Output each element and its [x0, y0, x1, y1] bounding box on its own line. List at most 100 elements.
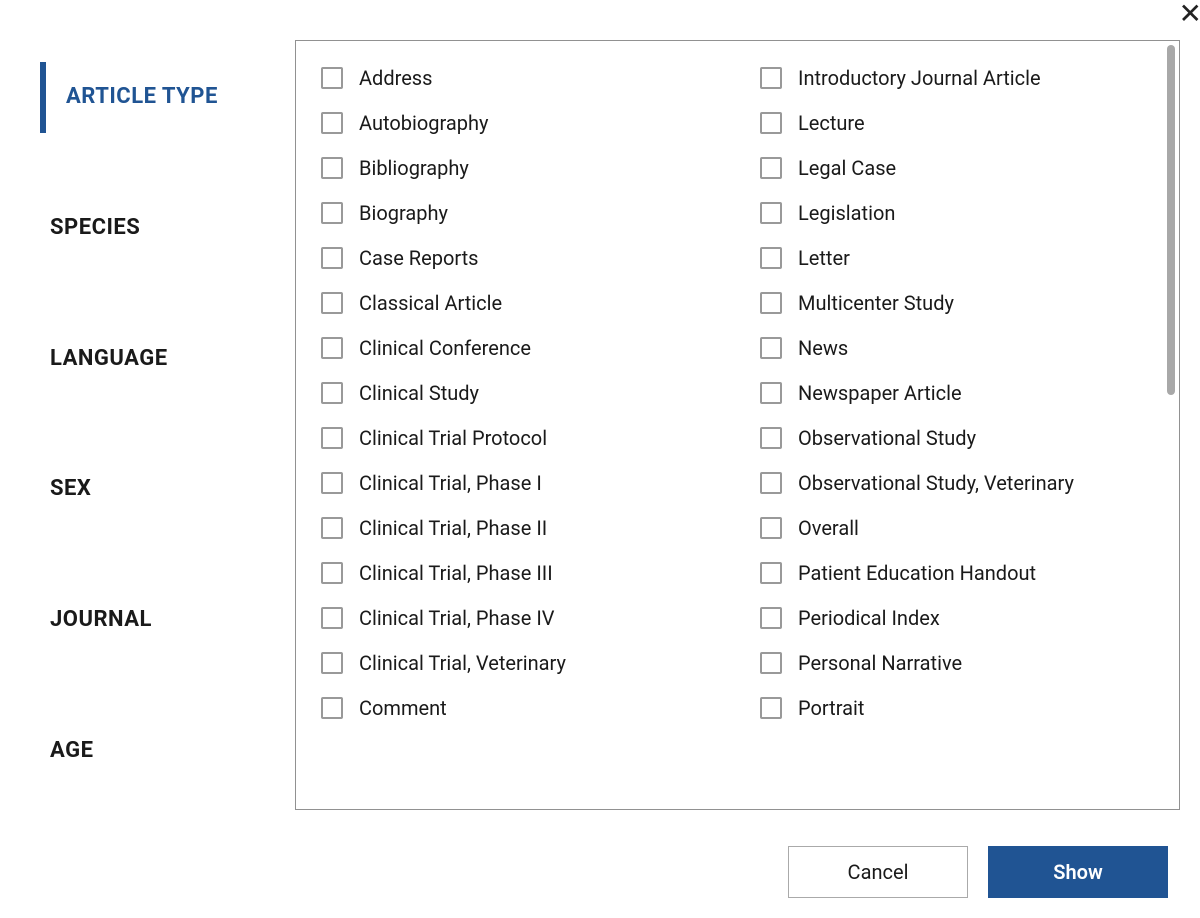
- checkbox-icon[interactable]: [760, 562, 782, 584]
- filter-option[interactable]: Clinical Trial, Phase IV: [321, 606, 720, 630]
- sidebar-item-age[interactable]: AGE: [0, 716, 295, 787]
- sidebar-item-label: SPECIES: [50, 215, 140, 240]
- filter-option-label: Classical Article: [359, 291, 502, 315]
- checkbox-icon[interactable]: [760, 472, 782, 494]
- filter-option-label: Address: [359, 66, 432, 90]
- sidebar-item-label: ARTICLE TYPE: [66, 84, 218, 109]
- filter-option[interactable]: Biography: [321, 201, 720, 225]
- checkbox-icon[interactable]: [760, 427, 782, 449]
- filter-option[interactable]: Introductory Journal Article: [760, 66, 1159, 90]
- checkbox-icon[interactable]: [321, 247, 343, 269]
- checkbox-icon[interactable]: [760, 112, 782, 134]
- checkbox-icon[interactable]: [321, 202, 343, 224]
- cancel-button[interactable]: Cancel: [788, 846, 968, 898]
- checkbox-icon[interactable]: [321, 157, 343, 179]
- filter-option-label: Autobiography: [359, 111, 488, 135]
- filter-option-label: Lecture: [798, 111, 865, 135]
- sidebar-item-label: JOURNAL: [50, 607, 152, 632]
- filter-option[interactable]: Classical Article: [321, 291, 720, 315]
- filter-option-label: Observational Study, Veterinary: [798, 471, 1074, 495]
- checkbox-icon[interactable]: [321, 652, 343, 674]
- options-col-1: Address Autobiography Bibliography Biograph…: [321, 66, 720, 789]
- checkbox-icon[interactable]: [321, 697, 343, 719]
- checkbox-icon[interactable]: [321, 427, 343, 449]
- checkbox-icon[interactable]: [321, 382, 343, 404]
- filter-option-label: Case Reports: [359, 246, 478, 270]
- sidebar-item-label: AGE: [50, 738, 93, 763]
- filter-option-label: Clinical Trial, Phase II: [359, 516, 547, 540]
- filter-option-label: Clinical Trial Protocol: [359, 426, 547, 450]
- filter-option-label: Patient Education Handout: [798, 561, 1036, 585]
- checkbox-icon[interactable]: [321, 472, 343, 494]
- checkbox-icon[interactable]: [760, 337, 782, 359]
- filter-option-label: Bibliography: [359, 156, 469, 180]
- checkbox-icon[interactable]: [321, 517, 343, 539]
- filter-option[interactable]: News: [760, 336, 1159, 360]
- filter-option[interactable]: Periodical Index: [760, 606, 1159, 630]
- filter-option[interactable]: Newspaper Article: [760, 381, 1159, 405]
- checkbox-icon[interactable]: [760, 157, 782, 179]
- filter-option-label: Clinical Conference: [359, 336, 531, 360]
- sidebar-item-article-type[interactable]: ARTICLE TYPE: [40, 62, 295, 133]
- checkbox-icon[interactable]: [321, 292, 343, 314]
- checkbox-icon[interactable]: [760, 247, 782, 269]
- checkbox-icon[interactable]: [760, 67, 782, 89]
- close-icon[interactable]: ✕: [1179, 0, 1200, 28]
- filter-sidebar: ARTICLE TYPE SPECIES LANGUAGE SEX JOURNAL AGE: [0, 40, 295, 810]
- sidebar-item-journal[interactable]: JOURNAL: [0, 585, 295, 656]
- filter-option[interactable]: Clinical Trial Protocol: [321, 426, 720, 450]
- filter-option[interactable]: Address: [321, 66, 720, 90]
- sidebar-item-language[interactable]: LANGUAGE: [0, 324, 295, 395]
- options-columns: Address Autobiography Bibliography Biograph…: [321, 66, 1159, 789]
- filter-option[interactable]: Legislation: [760, 201, 1159, 225]
- checkbox-icon[interactable]: [321, 67, 343, 89]
- sidebar-item-species[interactable]: SPECIES: [0, 193, 295, 264]
- filter-option[interactable]: Clinical Trial, Veterinary: [321, 651, 720, 675]
- checkbox-icon[interactable]: [760, 652, 782, 674]
- filter-option[interactable]: Clinical Study: [321, 381, 720, 405]
- filter-option[interactable]: Lecture: [760, 111, 1159, 135]
- filter-option-label: Introductory Journal Article: [798, 66, 1041, 90]
- checkbox-icon[interactable]: [321, 112, 343, 134]
- filter-option-label: Overall: [798, 516, 859, 540]
- filter-option-label: Clinical Study: [359, 381, 479, 405]
- filter-option[interactable]: Bibliography: [321, 156, 720, 180]
- filter-option[interactable]: Patient Education Handout: [760, 561, 1159, 585]
- scrollbar-thumb[interactable]: [1167, 45, 1175, 395]
- checkbox-icon[interactable]: [321, 337, 343, 359]
- checkbox-icon[interactable]: [760, 382, 782, 404]
- filter-option[interactable]: Case Reports: [321, 246, 720, 270]
- sidebar-item-sex[interactable]: SEX: [0, 454, 295, 525]
- filter-option-label: Biography: [359, 201, 448, 225]
- filter-option[interactable]: Multicenter Study: [760, 291, 1159, 315]
- filter-option[interactable]: Comment: [321, 696, 720, 720]
- checkbox-icon[interactable]: [760, 697, 782, 719]
- filter-option-label: News: [798, 336, 848, 360]
- filter-option[interactable]: Portrait: [760, 696, 1159, 720]
- filter-option[interactable]: Clinical Trial, Phase I: [321, 471, 720, 495]
- filter-option[interactable]: Clinical Conference: [321, 336, 720, 360]
- checkbox-icon[interactable]: [321, 607, 343, 629]
- filter-option[interactable]: Letter: [760, 246, 1159, 270]
- options-col-2: Introductory Journal Article Lecture Legal…: [760, 66, 1159, 789]
- checkbox-icon[interactable]: [760, 517, 782, 539]
- sidebar-item-label: SEX: [50, 476, 91, 501]
- filter-option[interactable]: Overall: [760, 516, 1159, 540]
- filter-option[interactable]: Autobiography: [321, 111, 720, 135]
- scrollbar-track[interactable]: [1167, 45, 1175, 805]
- show-button[interactable]: Show: [988, 846, 1168, 898]
- filter-option-label: Legal Case: [798, 156, 896, 180]
- filter-option[interactable]: Observational Study: [760, 426, 1159, 450]
- filter-option[interactable]: Observational Study, Veterinary: [760, 471, 1159, 495]
- filter-option[interactable]: Clinical Trial, Phase II: [321, 516, 720, 540]
- filter-option-label: Clinical Trial, Phase I: [359, 471, 542, 495]
- filter-dialog: ARTICLE TYPE SPECIES LANGUAGE SEX JOURNAL AGE…: [0, 0, 1200, 810]
- filter-option[interactable]: Legal Case: [760, 156, 1159, 180]
- filter-option-label: Newspaper Article: [798, 381, 962, 405]
- checkbox-icon[interactable]: [760, 292, 782, 314]
- filter-option[interactable]: Clinical Trial, Phase III: [321, 561, 720, 585]
- checkbox-icon[interactable]: [760, 202, 782, 224]
- checkbox-icon[interactable]: [321, 562, 343, 584]
- filter-option[interactable]: Personal Narrative: [760, 651, 1159, 675]
- checkbox-icon[interactable]: [760, 607, 782, 629]
